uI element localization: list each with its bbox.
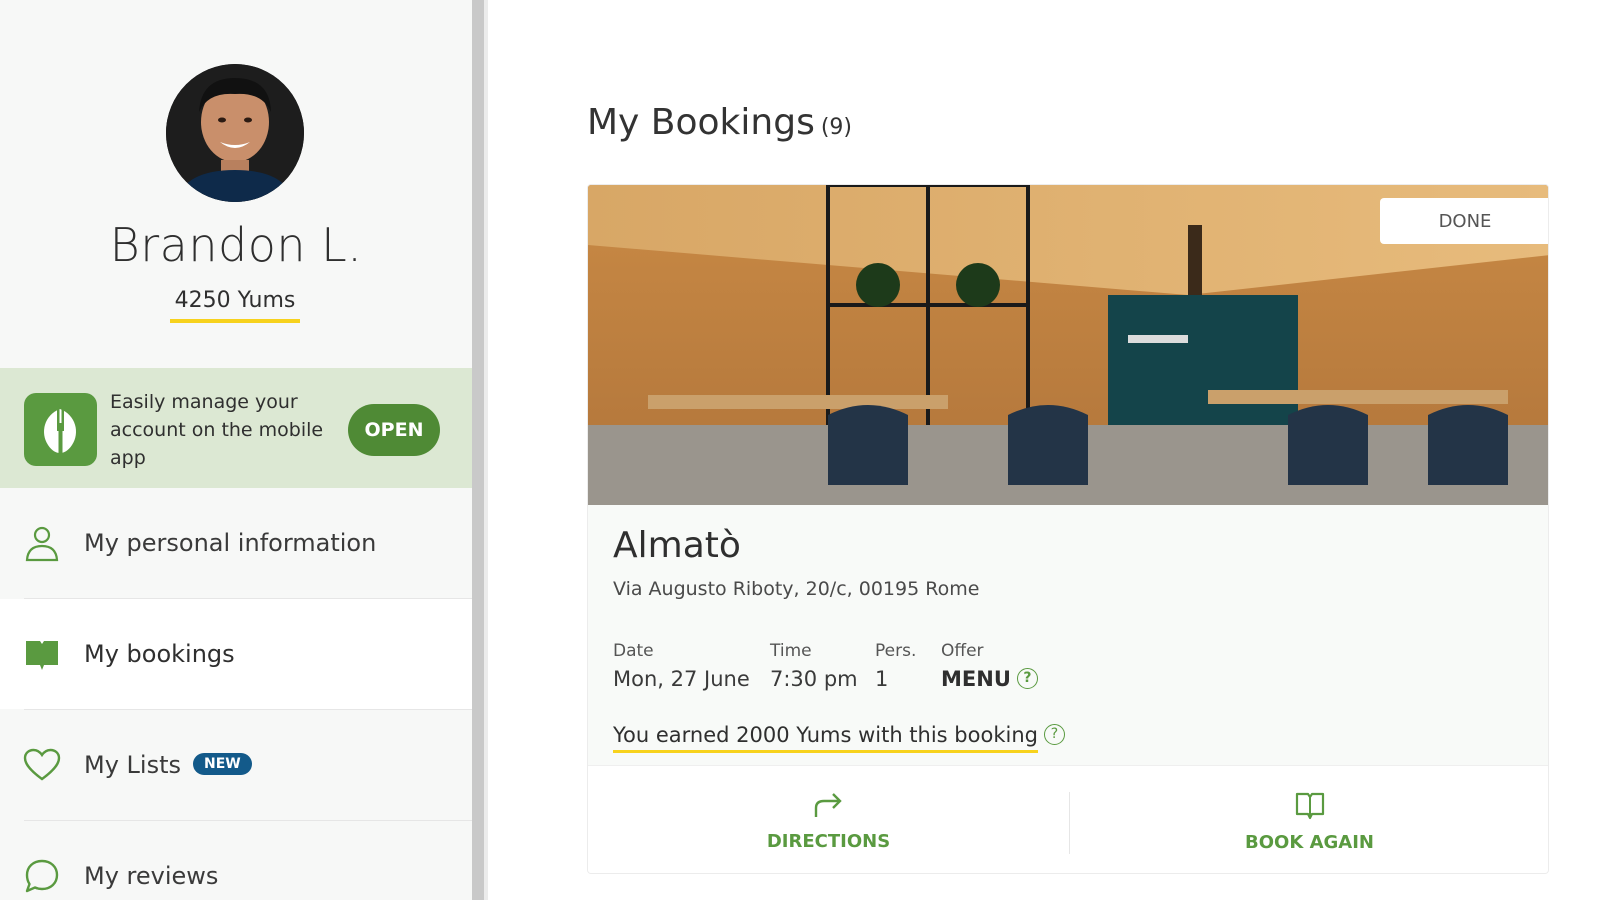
booking-date: Date Mon, 27 June — [613, 641, 750, 691]
sidebar-item-label: My bookings — [84, 640, 235, 668]
profile-photo — [166, 64, 304, 202]
user-name: Brandon L. — [109, 218, 363, 272]
persons-value: 1 — [875, 667, 889, 691]
sidebar-item-personal-information[interactable]: My personal information — [0, 488, 472, 598]
sidebar-item-lists[interactable]: My Lists NEW — [0, 710, 472, 820]
yums-balance[interactable]: 4250 Yums — [170, 288, 300, 323]
yums-earned-text[interactable]: You earned 2000 Yums with this booking — [613, 723, 1038, 753]
book-icon — [22, 634, 62, 674]
question-icon[interactable]: ? — [1016, 667, 1038, 689]
app-banner-text: Easily manage your account on the mobile… — [110, 391, 324, 469]
sidebar-shadow — [484, 0, 488, 900]
date-value: Mon, 27 June — [613, 667, 750, 691]
offer-text: MENU — [941, 667, 1011, 691]
open-book-icon — [1295, 790, 1325, 824]
persons-label: Pers. — [875, 641, 917, 661]
booking-persons: Pers. 1 — [875, 641, 916, 691]
booking-offer: Offer MENU? — [941, 641, 1038, 691]
directions-label: DIRECTIONS — [766, 830, 891, 852]
heart-icon — [22, 745, 62, 785]
date-label: Date — [613, 641, 654, 661]
sidebar-scrollbar[interactable] — [472, 0, 484, 900]
sidebar-item-bookings[interactable]: My bookings — [0, 599, 472, 709]
question-icon[interactable]: ? — [1043, 723, 1065, 745]
time-value: 7:30 pm — [770, 667, 858, 691]
speech-bubble-icon — [22, 856, 62, 896]
offer-value: MENU? — [941, 667, 1038, 691]
book-again-label: BOOK AGAIN — [1245, 831, 1374, 853]
open-app-button[interactable]: OPEN — [348, 404, 440, 456]
page-title: My Bookings (9) — [587, 102, 852, 143]
sidebar: Brandon L. 4250 Yums Easily manage your … — [0, 0, 472, 900]
restaurant-address: Via Augusto Riboty, 20/c, 00195 Rome — [613, 578, 980, 600]
page-title-text: My Bookings — [587, 102, 815, 143]
restaurant-name[interactable]: Almatò — [613, 525, 741, 566]
time-label: Time — [770, 641, 812, 661]
booking-card[interactable]: DONE Almatò Via Augusto Riboty, 20/c, 00… — [587, 184, 1549, 874]
sidebar-item-label: My personal information — [84, 529, 377, 557]
directions-arrow-icon — [813, 791, 845, 823]
mobile-app-banner: Easily manage your account on the mobile… — [0, 368, 472, 488]
directions-button[interactable]: DIRECTIONS — [588, 766, 1069, 873]
avatar[interactable] — [166, 64, 304, 202]
booking-status-badge: DONE — [1380, 198, 1548, 244]
card-actions: DIRECTIONS BOOK AGAIN — [588, 765, 1548, 873]
new-badge: NEW — [193, 753, 252, 775]
bookings-count: (9) — [820, 115, 853, 140]
lists-label: My Lists — [84, 751, 181, 779]
yums-earned: You earned 2000 Yums with this booking? — [613, 723, 1065, 753]
sidebar-item-reviews[interactable]: My reviews — [0, 821, 472, 900]
sidebar-item-label: My reviews — [84, 862, 219, 890]
booking-time: Time 7:30 pm — [770, 641, 858, 691]
restaurant-photo[interactable]: DONE — [588, 185, 1548, 505]
fork-leaf-icon — [24, 393, 97, 466]
sidebar-item-label: My Lists NEW — [84, 751, 252, 779]
book-again-button[interactable]: BOOK AGAIN — [1069, 766, 1548, 873]
person-icon — [22, 523, 62, 563]
offer-label: Offer — [941, 641, 984, 661]
